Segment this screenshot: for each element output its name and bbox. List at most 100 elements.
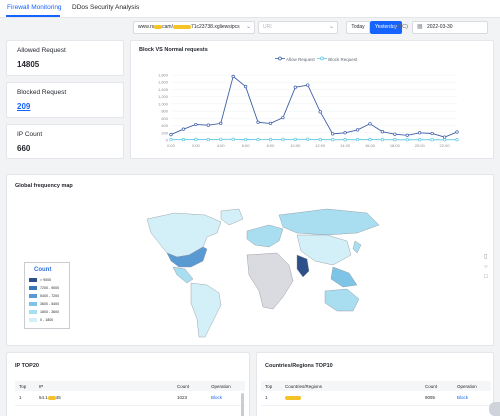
data-point bbox=[343, 131, 347, 135]
ip-suffix: 45 bbox=[55, 395, 61, 401]
data-point bbox=[256, 120, 260, 124]
x-tick-label: 10:00 bbox=[290, 143, 301, 148]
country-japan[interactable] bbox=[352, 240, 362, 254]
map-legend-label: 3600 - 5400 bbox=[40, 302, 60, 306]
data-point bbox=[355, 128, 360, 132]
tab-firewall-monitoring[interactable]: Firewall Monitoring bbox=[7, 4, 62, 11]
reset-icon[interactable]: □ bbox=[484, 274, 492, 280]
countries-table-title: Countries/Regions TOP10 bbox=[265, 363, 333, 369]
date-picker[interactable]: ▦ 2022-03-30 bbox=[412, 21, 488, 34]
tab-bar: Firewall Monitoring DDos Security Analys… bbox=[0, 0, 500, 18]
x-tick-label: 8:00 bbox=[267, 143, 276, 148]
y-tick-label: 0 bbox=[166, 138, 169, 143]
y-tick-label: 1,200 bbox=[158, 94, 169, 99]
scrollbar[interactable] bbox=[241, 393, 244, 416]
col-region: Countries/Regions bbox=[281, 381, 421, 391]
country-russia[interactable] bbox=[278, 208, 380, 236]
map-card: Global frequency map ▯ ○ □ bbox=[6, 174, 494, 346]
zoom-in-icon[interactable]: ○ bbox=[484, 264, 492, 270]
data-point bbox=[455, 130, 459, 134]
data-point bbox=[455, 138, 459, 142]
table-row: 1 54.1 45 1023 Block bbox=[15, 391, 245, 406]
ip-table: Top IP Count Operation 1 54.1 45 1023 Blo… bbox=[15, 381, 245, 406]
region-africa[interactable] bbox=[246, 252, 294, 310]
country-brazil[interactable] bbox=[190, 282, 222, 338]
blocked-request-link[interactable]: 209 bbox=[17, 102, 30, 111]
active-tab-indicator bbox=[6, 15, 60, 17]
col-count: Count bbox=[421, 381, 453, 391]
countries-top10-card: Countries/Regions TOP10 Top Countries/Re… bbox=[256, 352, 494, 416]
map-legend-row: 7200 - 9000 bbox=[29, 286, 59, 291]
ip-table-header: Top IP Count Operation bbox=[15, 381, 245, 391]
data-point bbox=[343, 138, 347, 142]
x-tick-label: 20:00 bbox=[415, 143, 426, 148]
allowed-request-card: Allowed Request 14805 bbox=[6, 40, 124, 76]
y-tick-label: 1,000 bbox=[158, 101, 169, 106]
blocked-request-card: Blocked Request 209 bbox=[6, 82, 124, 118]
block-button[interactable]: Block bbox=[207, 391, 245, 406]
row-rank: 1 bbox=[261, 391, 281, 406]
data-point bbox=[368, 122, 372, 126]
legend-swatch bbox=[29, 302, 37, 307]
data-point bbox=[393, 132, 397, 136]
map-legend-label: > 9000 bbox=[40, 278, 52, 282]
today-button[interactable]: Today bbox=[346, 21, 370, 34]
legend-swatch bbox=[29, 310, 37, 315]
table-row: 1 9095 Block bbox=[261, 391, 491, 406]
data-point bbox=[243, 84, 248, 89]
row-count: 9095 bbox=[421, 391, 453, 406]
data-point bbox=[368, 137, 372, 142]
y-tick-label: 1,400 bbox=[158, 87, 169, 92]
country-greenland[interactable] bbox=[220, 208, 244, 226]
line-chart: 0 200 400 600 800 1,000 1,200 1,400 1,600 1,800 0:… bbox=[158, 73, 459, 148]
data-point bbox=[169, 132, 173, 137]
domain-select[interactable]: www.rs cam/71c23738.xgliewsipcs ⌄ bbox=[133, 21, 255, 34]
data-point bbox=[418, 138, 422, 142]
redaction-mark bbox=[285, 396, 301, 401]
data-point bbox=[194, 137, 198, 142]
avatar[interactable] bbox=[489, 402, 500, 416]
countries-table: Top Countries/Regions Count Operation 1 … bbox=[261, 381, 491, 406]
x-tick-label: 0:00 bbox=[167, 143, 176, 148]
map-legend-title: Count bbox=[34, 267, 52, 273]
x-tick-label: 14:00 bbox=[340, 143, 351, 148]
y-tick-label: 600 bbox=[161, 116, 168, 121]
data-point bbox=[430, 131, 434, 136]
country-mexico[interactable] bbox=[172, 266, 194, 284]
region-southeast-asia[interactable] bbox=[330, 266, 358, 288]
data-point bbox=[268, 121, 273, 126]
data-point bbox=[405, 138, 409, 142]
countries-table-header: Top Countries/Regions Count Operation bbox=[261, 381, 491, 391]
col-operation: Operation bbox=[207, 381, 245, 391]
row-count: 1023 bbox=[173, 391, 207, 406]
x-tick-label: 22:00 bbox=[440, 143, 451, 148]
block-button[interactable]: Block bbox=[453, 391, 491, 406]
uri-select[interactable]: URI ⌄ bbox=[258, 21, 338, 34]
y-tick-label: 1,800 bbox=[158, 73, 169, 78]
data-point bbox=[380, 130, 385, 134]
ip-prefix: 54.1 bbox=[39, 395, 48, 401]
ip-top20-card: IP TOP20 Top IP Count Operation 1 54.1 45… bbox=[6, 352, 250, 416]
chevron-down-icon: ⌄ bbox=[245, 24, 251, 30]
map-legend-row: 5400 - 7200 bbox=[29, 294, 59, 299]
world-map bbox=[146, 208, 380, 338]
map-legend: Count > 9000 7200 - 9000 5400 - 7200 360… bbox=[24, 262, 70, 329]
country-australia[interactable] bbox=[324, 288, 360, 312]
map-legend-row: 1800 - 3600 bbox=[29, 310, 60, 315]
data-point bbox=[442, 135, 447, 139]
data-point bbox=[219, 121, 223, 126]
data-point bbox=[318, 110, 322, 114]
requests-chart-card: Block VS Normal requests Allow Request B… bbox=[130, 40, 494, 159]
tab-ddos-security-analysis[interactable]: DDos Security Analysis bbox=[72, 4, 139, 11]
calendar-icon: ▦ bbox=[417, 24, 423, 30]
data-point bbox=[331, 138, 335, 142]
blocked-request-label: Blocked Request bbox=[17, 89, 67, 96]
trash-icon[interactable]: ▯ bbox=[484, 253, 492, 260]
map-legend-label: 1800 - 3600 bbox=[40, 310, 60, 314]
ip-count-card: IP Count 660 bbox=[6, 124, 124, 159]
country-india[interactable] bbox=[296, 254, 310, 278]
data-point bbox=[380, 138, 385, 142]
region-europe[interactable] bbox=[246, 224, 284, 248]
data-point bbox=[169, 137, 173, 142]
country-canada[interactable] bbox=[146, 212, 222, 258]
